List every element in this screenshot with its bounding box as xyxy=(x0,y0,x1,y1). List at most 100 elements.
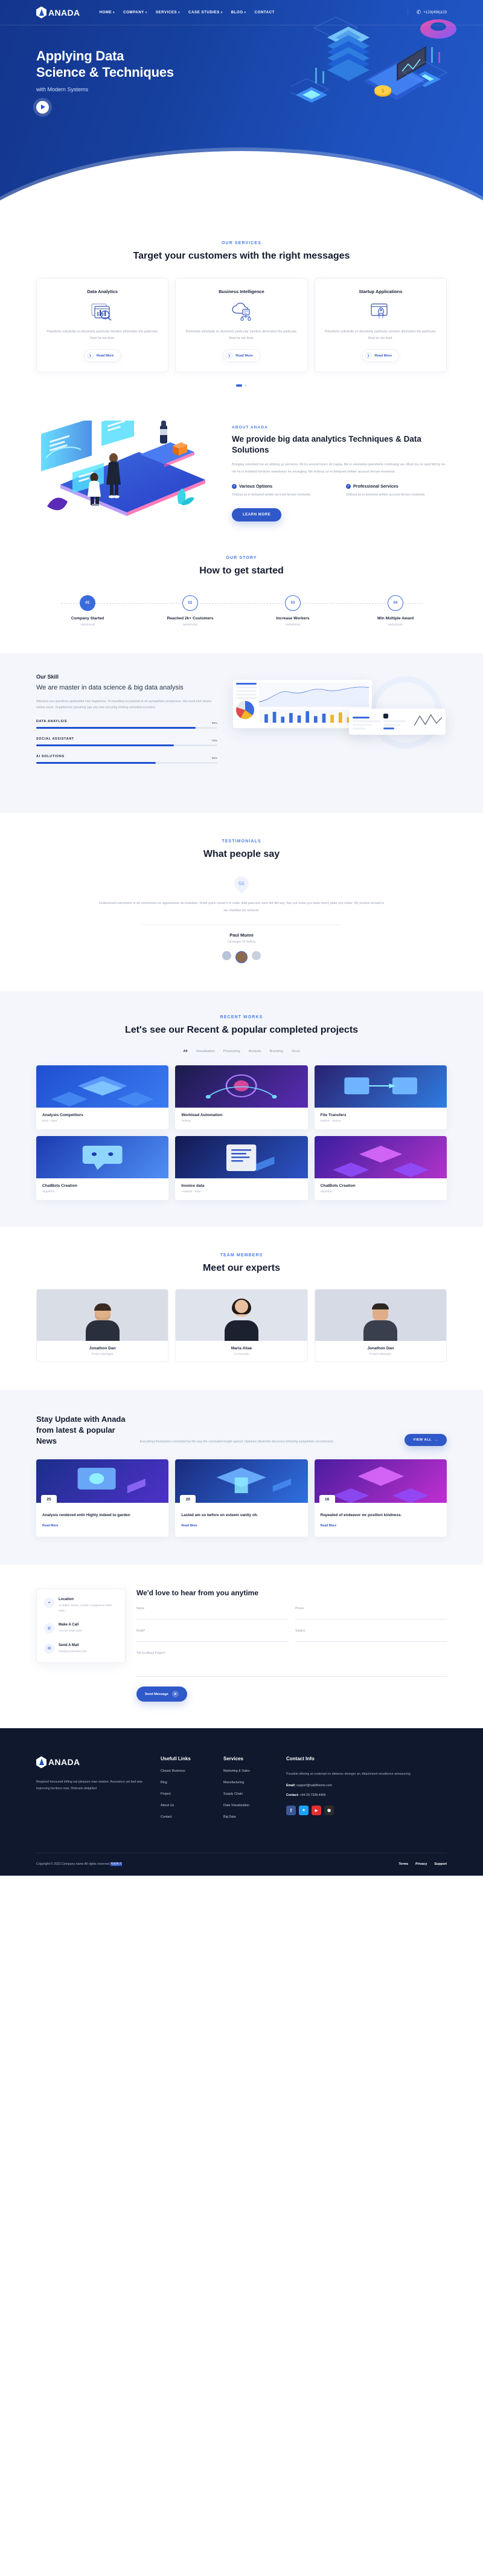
view-all-label: VIEW ALL xyxy=(413,1438,432,1442)
avatar[interactable] xyxy=(222,951,231,961)
blog-card[interactable]: 20 Aug 2020 Lasted am so before on estee… xyxy=(175,1459,308,1537)
service-card[interactable]: Business Intelligence Pianoforte solicit… xyxy=(175,278,308,373)
portfolio-card-title: ChatBots Creation xyxy=(42,1184,77,1189)
footer-link-contact[interactable]: Contact xyxy=(161,1815,208,1819)
brand-logo[interactable]: ANADA xyxy=(36,6,80,19)
play-video-button[interactable] xyxy=(36,100,49,114)
portfolio-card[interactable]: ChatBots Creation Algorithm xyxy=(36,1136,169,1201)
portfolio-filter-processing[interactable]: Processing xyxy=(223,1050,240,1053)
footer-link-marketing-sales[interactable]: Marketing & Sales xyxy=(223,1769,270,1773)
portfolio-card[interactable]: Invoice data Analysis - Data xyxy=(175,1136,308,1201)
avatar xyxy=(224,1299,258,1341)
timeline-step[interactable]: 02 Reached 2k+ Customers 09/08/2016 xyxy=(139,595,242,627)
dribbble-icon[interactable]: ◉ xyxy=(324,1806,334,1816)
facebook-icon[interactable]: f xyxy=(286,1806,296,1816)
main-nav: HOME ▾ COMPANY ▾ SERVICES ▾ CASE STUDIES… xyxy=(100,10,275,15)
team-photo xyxy=(315,1290,446,1341)
check-circle-icon: ✓ xyxy=(346,483,351,489)
nav-item-case-studies[interactable]: CASE STUDIES ▾ xyxy=(188,10,223,15)
about-feature: ✓ Professional Services Tedious so to be… xyxy=(346,483,447,499)
footer-link-privacy[interactable]: Privacy xyxy=(415,1862,427,1866)
footer-link-supply-chain[interactable]: Supply Chain xyxy=(223,1792,270,1796)
footer-link-project[interactable]: Project xyxy=(161,1792,208,1796)
nav-item-home[interactable]: HOME ▾ xyxy=(100,10,115,15)
footer-link-data-visualization[interactable]: Data Visualization xyxy=(223,1804,270,1807)
twitter-icon[interactable]: ✦ xyxy=(299,1806,309,1816)
service-read-more-button[interactable]: ❯ Read More xyxy=(362,349,400,363)
nav-item-services[interactable]: SERVICES ▾ xyxy=(156,10,180,15)
portfolio-filter-branding[interactable]: Branding xyxy=(269,1050,283,1053)
chevron-down-icon: ▾ xyxy=(244,10,246,15)
learn-more-button[interactable]: LEARN MORE xyxy=(232,508,282,521)
footer-email-value[interactable]: support@validtheme.com xyxy=(296,1784,332,1787)
footer-link-classic-business[interactable]: Classic Business xyxy=(161,1769,208,1773)
footer-contact-value[interactable]: +44-20-7328-4499 xyxy=(300,1793,326,1797)
timeline-step[interactable]: 04 Win Multiple Award 09/02/2020 xyxy=(344,595,447,627)
youtube-icon[interactable]: ▶ xyxy=(312,1806,321,1816)
portfolio-card-title: Workload Automation xyxy=(181,1113,223,1118)
name-input[interactable] xyxy=(136,1610,288,1620)
footer-link-about-us[interactable]: About Us xyxy=(161,1804,208,1807)
team-card[interactable]: Jonathon Dan Project Manager xyxy=(314,1289,447,1363)
shield-arrow-logo-icon xyxy=(36,6,46,19)
blog-read-more-link[interactable]: Read More xyxy=(181,1524,197,1528)
blog-post-title: Repeated of endeavor mr position kindnes… xyxy=(320,1513,402,1518)
footer-link-blog[interactable]: Blog xyxy=(161,1781,208,1784)
carousel-dot-active[interactable] xyxy=(236,384,242,387)
blog-read-more-link[interactable]: Read More xyxy=(42,1524,59,1528)
skill-eyebrow: Our Skill xyxy=(36,674,59,680)
nav-item-contact[interactable]: CONTACT xyxy=(255,10,275,15)
view-all-button[interactable]: VIEW ALL → xyxy=(405,1434,447,1447)
email-input[interactable] xyxy=(136,1633,288,1642)
team-card[interactable]: Maria Aliae Co Founder xyxy=(175,1289,308,1363)
subject-input[interactable] xyxy=(295,1633,447,1642)
blog-card[interactable]: 16 Jan 2020 Repeated of endeavor mr posi… xyxy=(314,1459,447,1537)
contact-section: ⌖ Location 12 Baker Street, London, King… xyxy=(0,1564,483,1728)
timeline-node: 01 xyxy=(80,595,95,612)
portfolio-section: RECENT WORKS Let's see our Recent & popu… xyxy=(0,991,483,1227)
phone-input[interactable] xyxy=(295,1610,447,1620)
portfolio-card[interactable]: ChatBots Creation Algorithm xyxy=(314,1136,447,1201)
portfolio-card[interactable]: Analysis Competitors Beta - Data xyxy=(36,1065,169,1130)
portfolio-filter-analysis[interactable]: Analysis xyxy=(249,1050,261,1053)
skill-section: Our Skill We are master in data science … xyxy=(0,653,483,813)
portfolio-card[interactable]: Workload Automation Testing xyxy=(175,1065,308,1130)
avatar[interactable] xyxy=(252,951,261,961)
about-feature-desc: Tedious so to behaved written account fe… xyxy=(232,493,312,497)
contact-field-project: Tell Us About Project* xyxy=(136,1651,447,1677)
footer-link-terms[interactable]: Terms xyxy=(398,1862,408,1866)
testimonial-text: Understood instrument or do connection n… xyxy=(98,902,385,913)
footer-link-manufacturing[interactable]: Manufacturing xyxy=(223,1781,270,1784)
blog-card[interactable]: 25 JAN 2020 Analysis rendered entir High… xyxy=(36,1459,169,1537)
carousel-dot[interactable] xyxy=(245,384,247,387)
header-phone[interactable]: ✆ +123(456)123 xyxy=(407,9,447,16)
footer-logo[interactable]: ANADA xyxy=(36,1756,145,1769)
about-feature: ✓ Various Options Tedious so to behaved … xyxy=(232,483,333,499)
service-read-more-button[interactable]: ❯ Read More xyxy=(83,349,121,363)
portfolio-filter-visualisation[interactable]: Visualisation xyxy=(196,1050,215,1053)
nav-item-blog[interactable]: BLOG ▾ xyxy=(231,10,246,15)
team-card[interactable]: Jonathon Dan Project Manager xyxy=(36,1289,169,1363)
send-message-button[interactable]: Send Message ➤ xyxy=(136,1687,187,1702)
service-read-more-button[interactable]: ❯ Read More xyxy=(223,349,260,363)
dashboard-row xyxy=(236,683,257,685)
service-card[interactable]: Data Analytics Pianoforte solicitude so … xyxy=(36,278,169,373)
nav-item-company[interactable]: COMPANY ▾ xyxy=(123,10,147,15)
footer-link-support[interactable]: Support xyxy=(434,1862,447,1866)
portfolio-card[interactable]: File Transfers Market - Source xyxy=(314,1065,447,1130)
service-card[interactable]: Startup Applications Pianoforte solicitu… xyxy=(314,278,447,373)
timeline-step[interactable]: 01 Company Started 15/02/2015 xyxy=(36,595,139,627)
portfolio-filter-all[interactable]: All xyxy=(180,1047,188,1055)
service-title: Business Intelligence xyxy=(219,289,264,295)
timeline-step[interactable]: 03 Increase Workers 26/08/2018 xyxy=(242,595,344,627)
project-textarea[interactable] xyxy=(136,1655,447,1677)
quote-icon: 66 xyxy=(231,873,252,894)
footer-email-label: Email: xyxy=(286,1784,296,1788)
footer-social-links: f ✦ ▶ ◉ xyxy=(286,1806,447,1816)
contact-field-email: Email* xyxy=(136,1629,288,1642)
skill-bar-fill xyxy=(36,727,196,729)
blog-read-more-link[interactable]: Read More xyxy=(321,1524,337,1528)
footer-link-big-data[interactable]: Big Data xyxy=(223,1815,270,1819)
portfolio-filter-vocal[interactable]: Vocal xyxy=(292,1050,300,1053)
avatar-active[interactable] xyxy=(235,951,248,964)
